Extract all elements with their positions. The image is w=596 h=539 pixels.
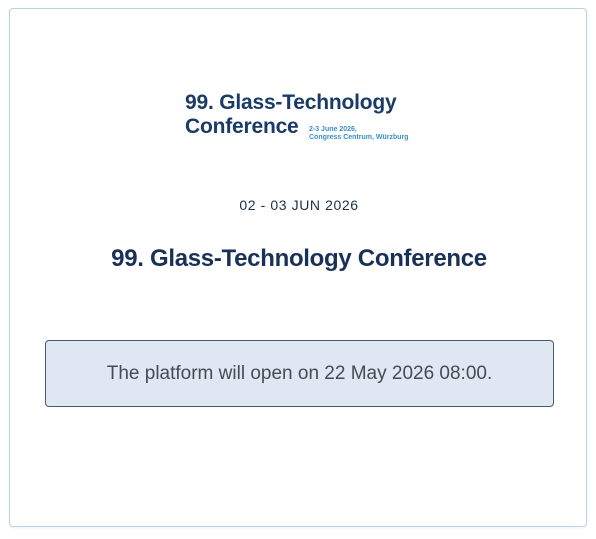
logo-title-line2: Conference	[185, 115, 299, 138]
event-date: 02 - 03 JUN 2026	[239, 197, 359, 213]
notice-text: The platform will open on 22 May 2026 08…	[106, 362, 493, 384]
logo-subtitle-venue: Congress Centrum, Würzburg	[309, 134, 409, 141]
logo-title-line1: 99. Glass-Technology	[185, 91, 397, 114]
event-card: 99. Glass-Technology Conference 2-3 June…	[9, 8, 587, 527]
logo-subtitle-date: 2-3 June 2026,	[309, 126, 357, 133]
platform-open-notice: The platform will open on 22 May 2026 08…	[45, 340, 554, 407]
logo-subtitle: 2-3 June 2026, Congress Centrum, Würzbur…	[309, 126, 409, 142]
conference-logo: 99. Glass-Technology Conference 2-3 June…	[185, 91, 425, 147]
event-title: 99. Glass-Technology Conference	[111, 245, 487, 272]
